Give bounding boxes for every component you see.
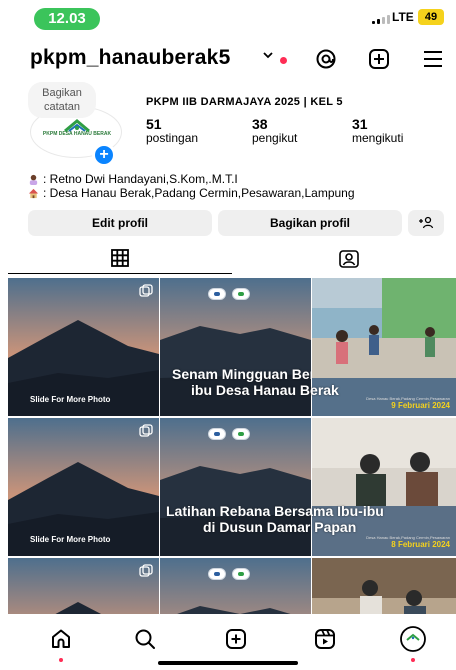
grid-icon[interactable] — [110, 248, 130, 273]
partner-logos — [208, 428, 250, 440]
post-thumbnail[interactable] — [160, 418, 311, 556]
slide-hint-text: Slide For More Photo — [30, 395, 111, 404]
partner-logos — [208, 568, 250, 580]
search-icon[interactable] — [130, 624, 160, 654]
carousel-icon — [139, 424, 153, 437]
active-tab-indicator — [8, 273, 232, 274]
signal-icon — [372, 14, 390, 24]
partner-logos — [208, 288, 250, 300]
add-story-icon[interactable]: + — [92, 143, 116, 167]
battery-indicator: 49 — [418, 9, 444, 25]
profile-tabs — [0, 246, 456, 276]
post-grid: Slide For More Photo Senam Mingguan Bers… — [8, 278, 456, 614]
post-caption: Latihan Rebana Bersama Ibu-ibu — [166, 503, 384, 519]
home-notification-dot — [59, 658, 63, 662]
username[interactable]: pkpm_hanauberak5 — [30, 46, 230, 70]
create-icon[interactable] — [221, 624, 251, 654]
stat-following[interactable]: 31 mengikuti — [352, 116, 403, 145]
avatar-logo-text: PKPM DESA HANAU BERAK — [42, 131, 112, 137]
post-thumbnail[interactable]: Slide For More Photo — [8, 418, 159, 556]
post-thumbnail[interactable] — [160, 558, 311, 614]
carousel-icon — [139, 564, 153, 577]
stat-followers[interactable]: 38 pengikut — [252, 116, 297, 145]
network-type: LTE — [392, 10, 414, 24]
bio-line: : Retno Dwi Handayani,S.Kom,.M.T.I — [28, 172, 355, 186]
add-person-icon — [419, 216, 434, 229]
note-bubble[interactable]: Bagikan catatan — [28, 82, 96, 118]
post-caption: Senam Mingguan Bersama Ibu- — [172, 366, 311, 382]
status-time: 12.03 — [34, 8, 100, 30]
chevron-down-icon[interactable] — [262, 48, 274, 66]
share-profile-button[interactable]: Bagikan profil — [218, 210, 402, 236]
post-caption-line2: ibu Desa Hanau Berak — [191, 382, 339, 398]
add-person-button[interactable] — [408, 210, 444, 236]
post-thumbnail[interactable] — [8, 558, 159, 614]
post-date: 8 Februari 2024 — [391, 540, 450, 549]
post-location: Desa Hanau Berak,Padang Cermin,Pesawaran — [366, 535, 450, 540]
tagged-icon[interactable] — [338, 248, 360, 275]
profile-display-name: PKPM IIB DARMAJAYA 2025 | KEL 5 — [146, 96, 343, 108]
home-icon[interactable] — [46, 624, 76, 654]
reels-icon[interactable] — [310, 624, 340, 654]
post-caption-line2: di Dusun Damar Papan — [203, 519, 357, 535]
menu-icon[interactable] — [420, 46, 446, 72]
post-thumbnail[interactable]: Slide For More Photo — [8, 278, 159, 416]
profile-notification-dot — [411, 658, 415, 662]
post-thumbnail[interactable] — [312, 558, 456, 614]
bio-line: : Desa Hanau Berak,Padang Cermin,Pesawar… — [28, 186, 355, 200]
home-indicator — [158, 661, 298, 665]
notification-dot — [280, 57, 287, 64]
bio: : Retno Dwi Handayani,S.Kom,.M.T.I : Des… — [28, 172, 355, 200]
slide-hint-text: Slide For More Photo — [30, 535, 111, 544]
house-icon — [28, 188, 39, 198]
carousel-icon — [139, 284, 153, 297]
add-post-icon[interactable] — [366, 46, 392, 72]
profile-avatar[interactable] — [398, 624, 428, 654]
person-icon — [29, 174, 38, 185]
post-date: 9 Februari 2024 — [391, 401, 450, 410]
edit-profile-button[interactable]: Edit profil — [28, 210, 212, 236]
status-bar: 12.03 LTE 49 — [0, 0, 456, 34]
profile-header: pkpm_hanauberak5 — [0, 40, 456, 80]
stat-posts[interactable]: 51 postingan — [146, 116, 198, 145]
threads-icon[interactable] — [313, 46, 339, 72]
